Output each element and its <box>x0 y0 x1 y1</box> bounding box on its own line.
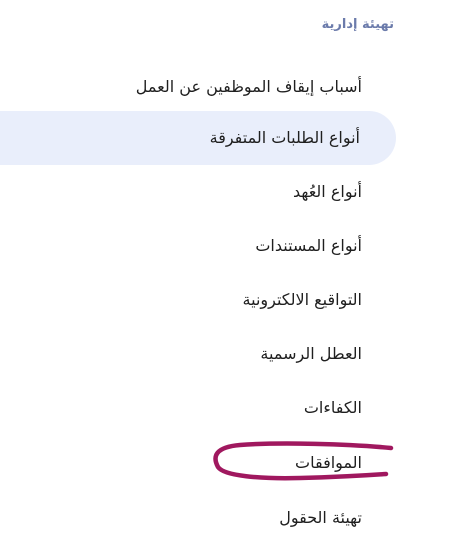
menu-item-label: التواقيع الالكترونية <box>242 290 362 309</box>
menu-item-label: تهيئة الحقول <box>279 508 362 527</box>
menu-item-electronic-signatures[interactable]: التواقيع الالكترونية <box>0 273 462 327</box>
menu-item-approvals[interactable]: الموافقات <box>0 436 462 490</box>
menu-item-misc-request-types[interactable]: أنواع الطلبات المتفرقة <box>0 111 396 165</box>
section-title: تهيئة إدارية <box>321 17 394 32</box>
menu-item-label: أنواع الطلبات المتفرقة <box>209 128 360 147</box>
menu-item-label: أنواع المستندات <box>255 236 362 255</box>
menu-item-label: أسباب إيقاف الموظفين عن العمل <box>135 77 362 96</box>
menu-item-official-holidays[interactable]: العطل الرسمية <box>0 327 462 381</box>
menu-item-employee-suspension-reasons[interactable]: أسباب إيقاف الموظفين عن العمل <box>0 60 462 114</box>
menu-item-custody-types[interactable]: أنواع العُهد <box>0 165 462 219</box>
menu-item-label: الموافقات <box>295 453 362 472</box>
menu-item-label: العطل الرسمية <box>260 344 362 363</box>
menu-item-field-configuration[interactable]: تهيئة الحقول <box>0 491 462 545</box>
menu-item-label: أنواع العُهد <box>292 182 362 201</box>
menu-item-document-types[interactable]: أنواع المستندات <box>0 219 462 273</box>
menu-item-competencies[interactable]: الكفاءات <box>0 381 462 435</box>
menu-item-label: الكفاءات <box>303 398 362 417</box>
admin-settings-panel: تهيئة إدارية أسباب إيقاف الموظفين عن الع… <box>0 0 462 547</box>
